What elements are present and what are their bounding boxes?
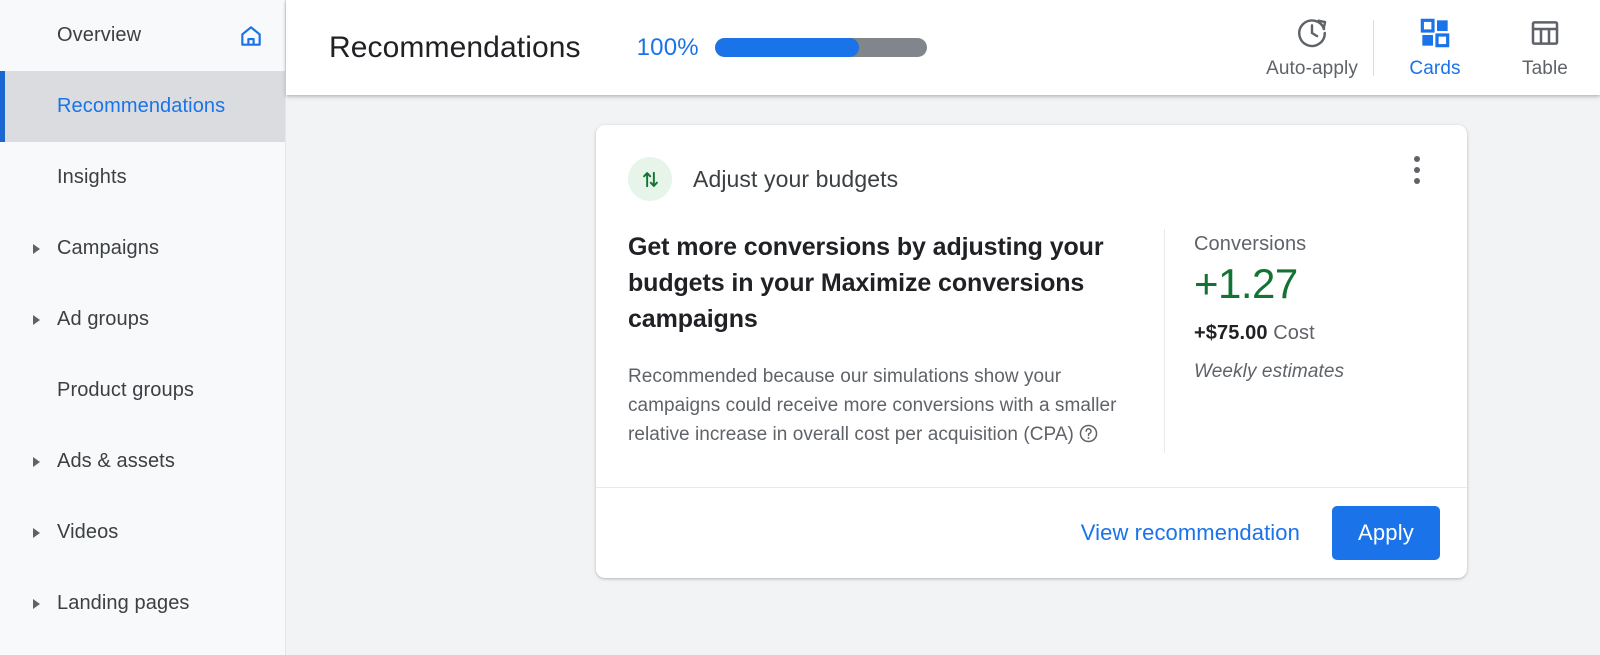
card-body: Get more conversions by adjusting your b… [596, 201, 1467, 487]
table-view-button[interactable]: Table [1490, 0, 1600, 95]
recommendations-feed: Adjust your budgets Get more conversions… [286, 95, 1600, 655]
cards-grid-icon [1419, 15, 1451, 51]
expand-caret-icon [33, 315, 40, 325]
sidebar-item-label: Videos [57, 521, 118, 544]
stat-metric-value: +1.27 [1194, 262, 1435, 306]
card-stats-column: Conversions +1.27 +$75.00 Cost Weekly es… [1164, 229, 1435, 453]
auto-apply-clock-icon [1295, 15, 1329, 51]
optimization-score: 100% [637, 34, 927, 62]
sidebar: Overview Recommendations Insights Campai… [0, 0, 286, 655]
card-description-column: Get more conversions by adjusting your b… [628, 229, 1164, 453]
table-view-label: Table [1522, 58, 1568, 80]
auto-apply-label: Auto-apply [1266, 58, 1358, 80]
sidebar-item-label: Product groups [57, 379, 194, 402]
expand-caret-icon [33, 457, 40, 467]
sidebar-item-label: Campaigns [57, 237, 159, 260]
recommendation-card: Adjust your budgets Get more conversions… [596, 125, 1467, 578]
sidebar-item-ad-groups[interactable]: Ad groups [0, 284, 285, 355]
apply-button[interactable]: Apply [1332, 506, 1440, 560]
expand-caret-icon [33, 599, 40, 609]
optimization-score-progress-fill [715, 38, 859, 57]
stat-cost: +$75.00 Cost [1194, 322, 1435, 345]
sidebar-item-label: Landing pages [57, 592, 190, 615]
sidebar-item-recommendations[interactable]: Recommendations [0, 71, 285, 142]
cards-view-button[interactable]: Cards [1380, 0, 1490, 95]
card-footer: View recommendation Apply [596, 487, 1467, 578]
optimization-score-value: 100% [637, 34, 699, 62]
kebab-dot [1414, 178, 1420, 184]
kebab-dot [1414, 156, 1420, 162]
table-grid-icon [1529, 15, 1561, 51]
expand-caret-icon [33, 244, 40, 254]
sidebar-item-overview[interactable]: Overview [0, 0, 285, 71]
kebab-menu-icon[interactable] [1397, 147, 1437, 193]
cards-view-label: Cards [1409, 58, 1460, 80]
kebab-dot [1414, 167, 1420, 173]
card-header: Adjust your budgets [596, 125, 1467, 201]
sidebar-item-label: Overview [57, 24, 141, 47]
sidebar-item-insights[interactable]: Insights [0, 142, 285, 213]
sidebar-item-videos[interactable]: Videos [0, 497, 285, 568]
view-recommendation-button[interactable]: View recommendation [1077, 512, 1304, 554]
header-divider [1373, 20, 1374, 76]
home-icon[interactable] [237, 22, 265, 50]
recommendations-page: Overview Recommendations Insights Campai… [0, 0, 1600, 655]
card-headline: Get more conversions by adjusting your b… [628, 229, 1134, 337]
stat-cost-label: Cost [1273, 322, 1315, 344]
page-title: Recommendations [329, 31, 581, 65]
stat-metric-label: Conversions [1194, 233, 1435, 256]
sidebar-item-label: Ad groups [57, 308, 149, 331]
sidebar-item-label: Ads & assets [57, 450, 175, 473]
card-rationale-text: Recommended because our simulations show… [628, 366, 1117, 445]
sidebar-item-label: Insights [57, 166, 127, 189]
header-actions: Auto-apply Cards [1257, 0, 1600, 95]
auto-apply-button[interactable]: Auto-apply [1257, 0, 1367, 95]
sidebar-item-landing-pages[interactable]: Landing pages [0, 568, 285, 639]
main-area: Recommendations 100% Auto-a [286, 0, 1600, 655]
sidebar-item-campaigns[interactable]: Campaigns [0, 213, 285, 284]
sidebar-item-product-groups[interactable]: Product groups [0, 355, 285, 426]
stat-note: Weekly estimates [1194, 361, 1435, 383]
help-circle-icon[interactable] [1078, 423, 1099, 453]
up-down-arrows-icon [628, 157, 672, 201]
sidebar-item-ads-and-assets[interactable]: Ads & assets [0, 426, 285, 497]
sidebar-item-label: Recommendations [57, 95, 225, 118]
card-type-label: Adjust your budgets [693, 166, 898, 193]
stat-cost-value: +$75.00 [1194, 322, 1268, 344]
optimization-score-progressbar [715, 38, 927, 57]
expand-caret-icon [33, 528, 40, 538]
page-header: Recommendations 100% Auto-a [286, 0, 1600, 95]
card-rationale: Recommended because our simulations show… [628, 362, 1134, 453]
